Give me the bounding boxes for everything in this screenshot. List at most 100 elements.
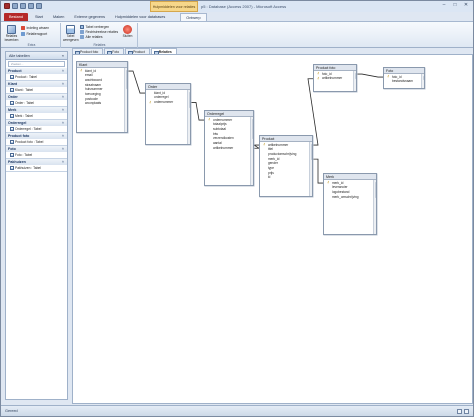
- nav-group-header[interactable]: Order: [6, 94, 67, 100]
- nav-group: OrderregelOrderregel : Tabel: [6, 120, 67, 133]
- ribbon-group-relaties-label: Relaties: [93, 43, 106, 47]
- field-name: klant_id: [154, 90, 165, 95]
- table-box-merk[interactable]: Merk ⚷ merk_id leverancier logobestand merk_o…: [323, 173, 377, 235]
- table-field-list: ⚷ foto_id bestandsnaam: [384, 74, 424, 84]
- key-icon: ⚷: [149, 99, 152, 104]
- view-mode-icon[interactable]: [464, 409, 469, 414]
- nav-group-header[interactable]: Orderregel: [6, 120, 67, 126]
- maximize-button[interactable]: □: [451, 3, 459, 9]
- vertical-scrollbar[interactable]: [421, 74, 424, 88]
- navigation-pane-title: Alle tabellen: [9, 54, 30, 58]
- show-table-icon: [66, 25, 75, 34]
- vertical-scrollbar[interactable]: [187, 90, 190, 144]
- vertical-scrollbar[interactable]: [373, 180, 376, 234]
- nav-group-header[interactable]: Product: [6, 68, 67, 74]
- access-window: Hulpmiddelen voor relaties p5 : Database…: [0, 0, 474, 417]
- nav-group-header[interactable]: Merk: [6, 107, 67, 113]
- tab-externe-gegevens[interactable]: Externe gegevens: [69, 13, 110, 21]
- relationships-canvas[interactable]: Klant ⚷ klant_id email wachtwoord straatnaam h…: [72, 54, 473, 404]
- field-name: leverancier: [332, 185, 348, 190]
- close-button[interactable]: ✕: [462, 3, 470, 9]
- relationship-report-button[interactable]: Relatierapport: [21, 32, 47, 36]
- table-field[interactable]: ⚷ artikelnummer: [317, 76, 354, 81]
- status-bar: Gereed: [1, 405, 473, 416]
- view-mode-icon[interactable]: [457, 409, 462, 414]
- all-relations-button[interactable]: Alle relaties: [80, 35, 103, 39]
- direct-relations-button[interactable]: Rechtstreekse relaties: [80, 30, 118, 34]
- window-controls: – □ ✕: [440, 3, 470, 9]
- table-field-list: ⚷ merk_id leverancier logobestand merk_omsch…: [324, 180, 376, 199]
- close-relations-button[interactable]: Sluiten: [120, 25, 135, 39]
- table-field[interactable]: kl: [263, 175, 310, 180]
- navigation-pane-header[interactable]: Alle tabellen «: [6, 52, 67, 60]
- field-name: gender: [268, 161, 278, 166]
- nav-group-header[interactable]: Foto: [6, 146, 67, 152]
- customize-icon[interactable]: [36, 3, 42, 9]
- table-field[interactable]: merk_omschrijving: [327, 195, 374, 200]
- nav-item[interactable]: Foto : Tabel: [6, 152, 67, 158]
- navigation-groups: ProductProduct : TabelKlantKlant : Tabel…: [6, 68, 67, 172]
- relationship-line[interactable]: [313, 158, 323, 184]
- table-field-list: ⚷ foto_id ⚷ artikelnummer: [314, 71, 356, 81]
- nav-item[interactable]: Klant : Tabel: [6, 87, 67, 93]
- table-icon: [10, 114, 14, 118]
- table-box-order[interactable]: Order klant_id orderregel ⚷ ordernummer: [145, 83, 191, 145]
- show-table-button[interactable]: Tabel weergeven: [63, 25, 79, 42]
- access-icon[interactable]: [4, 3, 10, 9]
- tab-ontwerp[interactable]: Ontwerp: [180, 13, 207, 21]
- edit-relations-button[interactable]: Relaties bewerken: [4, 25, 19, 42]
- nav-item[interactable]: Product foto : Tabel: [6, 139, 67, 145]
- key-icon: ⚷: [327, 180, 330, 185]
- vertical-scrollbar[interactable]: [124, 68, 127, 132]
- table-field[interactable]: bestandsnaam: [387, 79, 422, 84]
- relationship-line[interactable]: [128, 70, 145, 94]
- chevron-left-icon[interactable]: «: [62, 52, 64, 60]
- nav-group-header[interactable]: Pakhuizen: [6, 159, 67, 165]
- field-name: subtotaal: [213, 126, 226, 131]
- nav-item[interactable]: Product : Tabel: [6, 74, 67, 80]
- table-box-productfoto[interactable]: Product foto ⚷ foto_id ⚷ artikelnummer: [313, 64, 357, 92]
- vertical-scrollbar[interactable]: [309, 142, 312, 196]
- table-field[interactable]: woonplaats: [80, 101, 125, 106]
- view-buttons: [457, 409, 469, 414]
- table-field[interactable]: artikelnummer: [208, 146, 251, 151]
- table-box-foto[interactable]: Foto ⚷ foto_id bestandsnaam: [383, 67, 425, 89]
- field-name: totaalprijs: [213, 122, 227, 127]
- table-field[interactable]: ⚷ ordernummer: [149, 100, 188, 105]
- nav-item[interactable]: Pakhuizen : Tabel: [6, 165, 67, 171]
- field-name: woonplaats: [85, 101, 102, 106]
- redo-icon[interactable]: [28, 3, 34, 9]
- field-name: kl: [268, 175, 271, 180]
- minimize-button[interactable]: –: [440, 3, 448, 9]
- table-box-product[interactable]: Product ⚷ artikelnummer titel productomschri…: [259, 135, 313, 197]
- nav-item[interactable]: Order : Tabel: [6, 100, 67, 106]
- ribbon-group-relaties: Tabel weergeven Tabel verbergen Rechtstr…: [62, 23, 138, 48]
- field-name: titel: [268, 147, 273, 152]
- table-field-list: ⚷ klant_id email wachtwoord straatnaam huisnu…: [77, 68, 127, 106]
- table-field-list: ⚷ artikelnummer titel productomschrijving me…: [260, 142, 312, 180]
- vertical-scrollbar[interactable]: [353, 71, 356, 91]
- relationship-lines: [128, 70, 383, 184]
- vertical-scrollbar[interactable]: [250, 117, 253, 185]
- tab-bestand[interactable]: Bestand: [4, 13, 28, 21]
- relationship-line[interactable]: [357, 73, 383, 78]
- all-relations-label: Alle relaties: [85, 35, 103, 39]
- relationship-line[interactable]: [191, 102, 204, 121]
- save-icon[interactable]: [12, 3, 18, 9]
- navigation-search-input[interactable]: Zoeken...: [8, 61, 65, 67]
- edit-relations-icon: [7, 25, 16, 34]
- table-box-klant[interactable]: Klant ⚷ klant_id email wachtwoord straatnaam h…: [76, 61, 128, 133]
- nav-group-header[interactable]: Product foto: [6, 133, 67, 139]
- clear-layout-button[interactable]: Indeling wissen: [21, 26, 49, 30]
- nav-group: Product fotoProduct foto : Tabel: [6, 133, 67, 146]
- tab-maken[interactable]: Maken: [48, 13, 69, 21]
- nav-item-label: Orderregel : Tabel: [15, 127, 42, 131]
- hide-table-button[interactable]: Tabel verbergen: [80, 25, 109, 29]
- undo-icon[interactable]: [20, 3, 26, 9]
- table-box-orderregel[interactable]: Orderregel ⚷ ordernummer totaalprijs subtota…: [204, 110, 254, 186]
- nav-group-header[interactable]: Klant: [6, 81, 67, 87]
- nav-item[interactable]: Orderregel : Tabel: [6, 126, 67, 132]
- nav-item[interactable]: Merk : Tabel: [6, 113, 67, 119]
- tab-start[interactable]: Start: [30, 13, 48, 21]
- tab-hulpmiddelen-databases[interactable]: Hulpmiddelen voor databases: [110, 13, 170, 21]
